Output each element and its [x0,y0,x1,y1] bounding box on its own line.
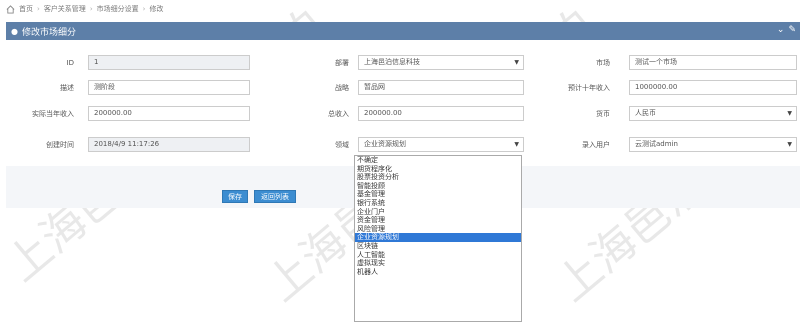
back-to-list-button[interactable]: 返回列表 [254,190,296,203]
dropdown-option[interactable]: 银行系统 [355,199,521,208]
domain-label: 领域 [335,141,349,149]
currency-label: 货币 [596,110,610,118]
wrench-icon[interactable]: ✎ [788,25,796,35]
breadcrumb-market-segment[interactable]: 市场细分设置 [97,4,139,14]
market-label: 市场 [596,59,610,67]
dropdown-arrow-icon: ▼ [514,141,519,148]
dropdown-option[interactable]: 资金管理 [355,216,521,225]
dropdown-option[interactable]: 虚拟现实 [355,259,521,268]
entry-user-label: 录入用户 [582,141,610,149]
currency-value: 人民币 [635,109,656,117]
dept-label: 部署 [335,59,349,67]
chevron-down-icon[interactable]: ⌄ [777,25,785,35]
domain-select[interactable]: 企业资源规划 ▼ [358,137,524,152]
est10y-field[interactable]: 1000000.00 [629,80,797,95]
dropdown-option[interactable]: 区块链 [355,242,521,251]
created-field: 2018/4/9 11:17:26 [88,137,250,152]
actual-field[interactable]: 200000.00 [88,106,250,121]
save-button[interactable]: 保存 [222,190,248,203]
breadcrumb-separator: › [37,5,40,13]
home-icon [6,4,15,14]
breadcrumb-current: 修改 [149,5,164,13]
dropdown-arrow-icon: ▼ [787,141,792,148]
dept-select[interactable]: 上海邑泊信息科技 ▼ [358,55,524,70]
domain-dropdown-list[interactable]: 不确定 期货程序化 股票投资分析 智能投顾 基金管理 银行系统 企业门户 资金管理 风险管理 企业… [354,155,522,322]
dropdown-arrow-icon: ▼ [787,110,792,117]
panel-header: ● 修改市场细分 ⌄ ✎ [6,22,800,40]
currency-select[interactable]: 人民币 ▼ [629,106,797,121]
domain-value: 企业资源规划 [364,140,406,148]
dropdown-option[interactable]: 股票投资分析 [355,173,521,182]
created-label: 创建时间 [46,141,74,149]
strategy-label: 战略 [335,84,349,92]
id-field: 1 [88,55,250,70]
dropdown-option[interactable]: 企业资源规划 [355,233,521,242]
total-label: 总收入 [328,110,349,118]
market-field[interactable]: 测试一个市场 [629,55,797,70]
est10y-label: 预计十年收入 [568,84,610,92]
strategy-field[interactable]: 暂品网 [358,80,524,95]
actual-label: 实际当年收入 [32,110,74,118]
form-body: ID 1 部署 上海邑泊信息科技 ▼ 市场 测试一个市场 描述 测阶段 战略 暂品… [6,40,800,166]
desc-field[interactable]: 测阶段 [88,80,250,95]
breadcrumb: 首页 › 客户关系管理 › 市场细分设置 › 修改 [6,3,163,15]
breadcrumb-separator: › [89,5,93,13]
dropdown-option[interactable]: 机器人 [355,268,521,277]
breadcrumb-home[interactable]: 首页 [19,4,33,14]
total-field[interactable]: 200000.00 [358,106,524,121]
id-label: ID [66,59,74,67]
dropdown-option[interactable]: 基金管理 [355,190,521,199]
dropdown-arrow-icon: ▼ [514,59,519,66]
info-icon: ● [11,26,18,36]
breadcrumb-crm[interactable]: 客户关系管理 [44,4,86,14]
dropdown-option[interactable]: 企业门户 [355,208,521,217]
dropdown-option[interactable]: 不确定 [355,156,521,165]
dropdown-option[interactable]: 期货程序化 [355,165,521,174]
desc-label: 描述 [60,84,74,92]
entry-user-value: 云测试admin [635,140,678,148]
breadcrumb-separator: › [142,5,146,13]
entry-user-select[interactable]: 云测试admin ▼ [629,137,797,152]
dept-value: 上海邑泊信息科技 [364,58,420,66]
panel-title: 修改市场细分 [21,27,76,38]
dropdown-option[interactable]: 人工智能 [355,251,521,260]
